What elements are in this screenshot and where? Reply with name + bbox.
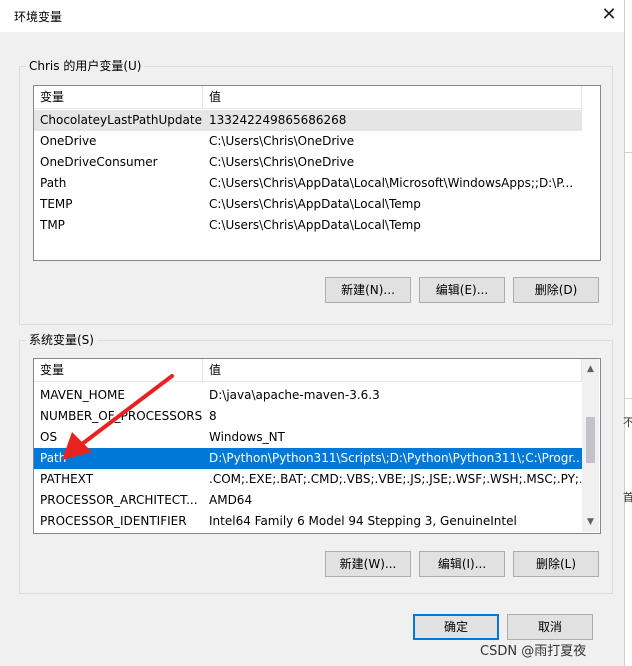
system-variables-list[interactable]: 变量 值 MAVEN_HOME D:\java\apache-maven-3.6… [33, 358, 601, 534]
ok-button[interactable]: 确定 [413, 614, 499, 640]
table-row[interactable]: OS Windows_NT [34, 427, 582, 448]
column-header-value[interactable]: 值 [203, 86, 581, 108]
system-delete-button[interactable]: 删除(L) [513, 551, 599, 577]
background-text-fragment: 首 [623, 491, 632, 504]
cancel-button[interactable]: 取消 [507, 614, 593, 640]
table-row[interactable]: NUMBER_OF_PROCESSORS 8 [34, 406, 582, 427]
chevron-down-icon[interactable]: ▼ [582, 514, 599, 531]
chevron-up-icon[interactable]: ▲ [582, 361, 599, 378]
title-bar: 环境变量 ✕ [0, 0, 624, 32]
table-row[interactable]: PROCESSOR_IDENTIFIER Intel64 Family 6 Mo… [34, 511, 582, 532]
user-delete-button[interactable]: 删除(D) [513, 277, 599, 303]
user-edit-button[interactable]: 编辑(E)... [419, 277, 505, 303]
table-row-selected[interactable]: Path D:\Python\Python311\Scripts\;D:\Pyt… [34, 448, 582, 469]
system-edit-button[interactable]: 编辑(I)... [419, 551, 505, 577]
table-row[interactable]: OneDriveConsumer C:\Users\Chris\OneDrive [34, 152, 582, 173]
table-row[interactable]: TEMP C:\Users\Chris\AppData\Local\Temp [34, 194, 582, 215]
table-row[interactable]: MAVEN_HOME D:\java\apache-maven-3.6.3 [34, 385, 582, 406]
system-variables-label: 系统变量(S) [26, 331, 97, 348]
user-list-header: 变量 值 [34, 86, 582, 109]
table-row[interactable]: OneDrive C:\Users\Chris\OneDrive [34, 131, 582, 152]
window-title: 环境变量 [14, 10, 63, 24]
environment-variables-dialog: 环境变量 ✕ Chris 的用户变量(U) 变量 值 ChocolateyLas… [0, 0, 625, 666]
column-header-value[interactable]: 值 [203, 359, 581, 381]
scrollbar-thumb[interactable] [586, 417, 595, 463]
table-row[interactable]: Path C:\Users\Chris\AppData\Local\Micros… [34, 173, 582, 194]
system-list-scrollbar[interactable]: ▲ ▼ [582, 359, 599, 532]
system-list-header: 变量 值 [34, 359, 582, 382]
watermark: CSDN @雨打夏夜 [480, 644, 587, 659]
table-row[interactable]: TMP C:\Users\Chris\AppData\Local\Temp [34, 215, 582, 236]
column-header-name[interactable]: 变量 [34, 86, 202, 108]
column-header-name[interactable]: 变量 [34, 359, 202, 381]
user-new-button[interactable]: 新建(N)... [325, 277, 411, 303]
close-icon[interactable]: ✕ [597, 4, 621, 26]
background-window-edge [625, 398, 632, 399]
user-variables-label: Chris 的用户变量(U) [26, 57, 145, 74]
user-variables-list[interactable]: 变量 值 ChocolateyLastPathUpdate 1332422498… [33, 85, 601, 261]
system-new-button[interactable]: 新建(W)... [325, 551, 411, 577]
table-row[interactable]: ChocolateyLastPathUpdate 133242249865686… [34, 110, 582, 131]
table-row[interactable]: PATHEXT .COM;.EXE;.BAT;.CMD;.VBS;.VBE;.J… [34, 469, 582, 490]
background-text-fragment: 不 [623, 416, 632, 429]
background-window-edge [625, 152, 632, 153]
table-row[interactable]: PROCESSOR_ARCHITECT... AMD64 [34, 490, 582, 511]
